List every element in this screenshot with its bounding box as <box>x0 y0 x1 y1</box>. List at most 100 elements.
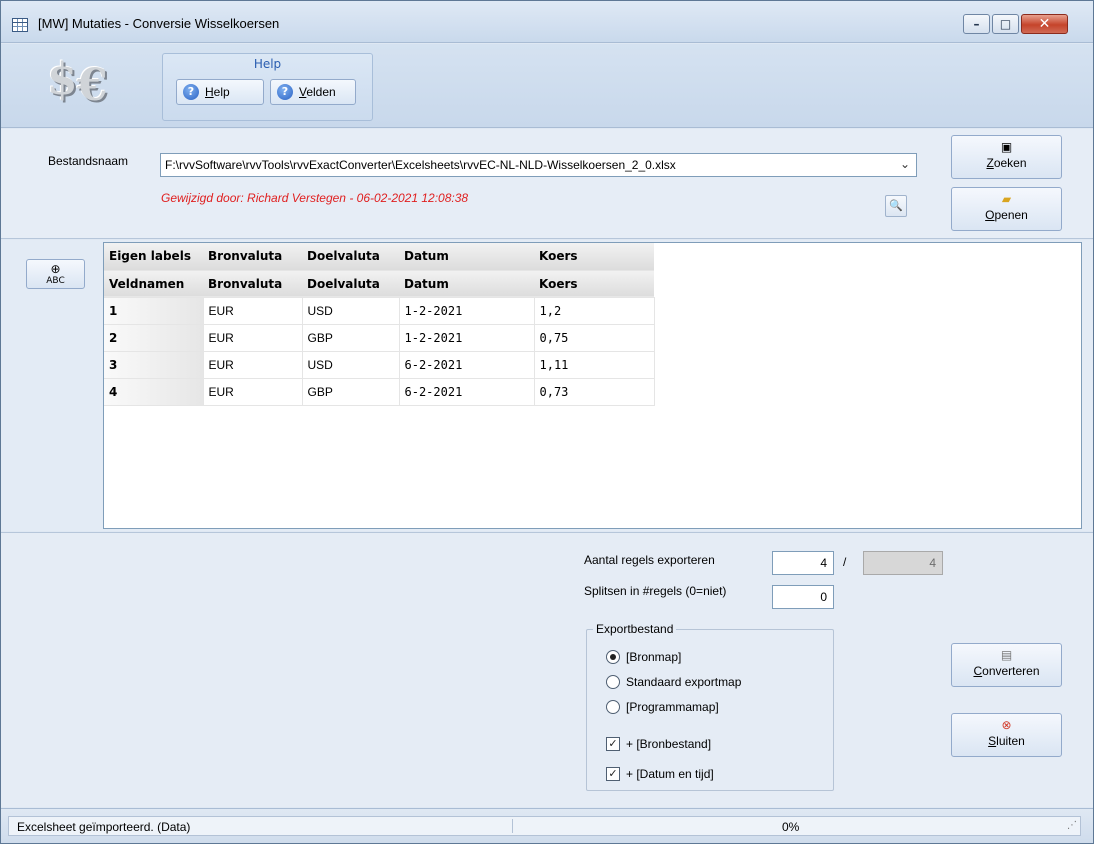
header-cell[interactable]: Koers <box>534 243 654 271</box>
sluiten-button-label: Sluiten <box>988 734 1025 748</box>
grid-section: ⊕ ABC Eigen labels Bronvaluta Doelvaluta… <box>1 240 1093 531</box>
table-cell[interactable]: 1-2-2021 <box>399 324 535 352</box>
table-row[interactable]: 2 EUR GBP 1-2-2021 0,75 <box>104 324 655 352</box>
header-cell[interactable]: Veldnamen <box>104 270 203 298</box>
status-bar: Excelsheet geïmporteerd. (Data) 0% ⋰ <box>1 808 1093 843</box>
header-cell[interactable]: Bronvaluta <box>203 270 302 298</box>
check-label: + [Bronbestand] <box>626 737 712 751</box>
exportbestand-caption: Exportbestand <box>593 622 677 636</box>
document-close-icon: ⊗ <box>1001 718 1012 732</box>
dollar-glyph: $ <box>47 54 78 105</box>
close-button[interactable]: ✕ <box>1021 14 1068 34</box>
file-section: Bestandsnaam F:\rvvSoftware\rvvTools\rvv… <box>1 129 1093 239</box>
currency-logo-icon: $ € <box>47 54 123 111</box>
converteren-button[interactable]: ▤ Converteren <box>951 643 1062 687</box>
openen-button-label: Openen <box>985 208 1028 222</box>
title-bar: [MW] Mutaties - Conversie Wisselkoersen … <box>1 1 1093 43</box>
maximize-button[interactable]: □ <box>992 14 1019 34</box>
check-datum-en-tijd[interactable]: ✓ + [Datum en tijd] <box>606 767 714 781</box>
table-cell[interactable]: GBP <box>302 378 400 406</box>
table-cell[interactable]: EUR <box>203 378 303 406</box>
header-cell[interactable]: Datum <box>399 243 534 271</box>
help-group-caption: Help <box>253 57 282 71</box>
toolbar: $ € Help ? Help ? Velden <box>1 44 1093 128</box>
help-button-label: Help <box>205 85 230 99</box>
euro-glyph: € <box>77 60 108 111</box>
splitsen-input[interactable]: 0 <box>772 585 834 609</box>
export-section: Aantal regels exporteren 4 / 4 Splitsen … <box>1 532 1093 807</box>
field-labels-button-label: ABC <box>46 276 65 286</box>
table-cell[interactable]: EUR <box>203 351 303 379</box>
header-cell[interactable]: Datum <box>399 270 534 298</box>
table-cell[interactable]: USD <box>302 351 400 379</box>
row-number[interactable]: 3 <box>104 351 204 379</box>
option-label: Standaard exportmap <box>626 675 742 689</box>
table-row[interactable]: 4 EUR GBP 6-2-2021 0,73 <box>104 378 655 406</box>
row-number[interactable]: 4 <box>104 378 204 406</box>
help-button[interactable]: ? Help <box>176 79 264 105</box>
velden-button[interactable]: ? Velden <box>270 79 356 105</box>
radio-icon[interactable] <box>606 700 620 714</box>
minimize-button[interactable]: – <box>963 14 990 34</box>
status-divider <box>512 819 513 833</box>
table-row[interactable]: 1 EUR USD 1-2-2021 1,2 <box>104 297 655 325</box>
close-icon: ✕ <box>1038 16 1051 32</box>
table-cell[interactable]: 1,11 <box>534 351 655 379</box>
table-cell[interactable]: EUR <box>203 324 303 352</box>
radio-icon[interactable] <box>606 675 620 689</box>
table-cell[interactable]: 1,2 <box>534 297 655 325</box>
data-table: Eigen labels Bronvaluta Doelvaluta Datum… <box>104 243 655 406</box>
table-cell[interactable]: 0,75 <box>534 324 655 352</box>
aantal-regels-label: Aantal regels exporteren <box>584 553 715 567</box>
table-cell[interactable]: USD <box>302 297 400 325</box>
header-cell[interactable]: Koers <box>534 270 654 298</box>
table-cell[interactable]: 6-2-2021 <box>399 351 535 379</box>
aantal-regels-input[interactable]: 4 <box>772 551 834 575</box>
table-cell[interactable]: GBP <box>302 324 400 352</box>
preview-button[interactable]: 🔍 <box>885 195 907 217</box>
openen-button[interactable]: ▰ Openen <box>951 187 1062 231</box>
header-cell[interactable]: Eigen labels <box>104 243 203 271</box>
radio-selected-icon[interactable] <box>606 650 620 664</box>
folder-open-icon: ▰ <box>1001 192 1012 206</box>
table-cell[interactable]: 6-2-2021 <box>399 378 535 406</box>
table-icon <box>12 18 28 32</box>
header-cell[interactable]: Doelvaluta <box>302 243 399 271</box>
header-row-labels: Eigen labels Bronvaluta Doelvaluta Datum… <box>104 243 654 271</box>
total-regels-field: 4 <box>863 551 943 575</box>
table-cell[interactable]: EUR <box>203 297 303 325</box>
converteren-button-label: Converteren <box>973 664 1040 678</box>
checkbox-checked-icon[interactable]: ✓ <box>606 737 620 751</box>
option-label: [Bronmap] <box>626 650 682 664</box>
table-cell[interactable]: 0,73 <box>534 378 655 406</box>
option-bronmap[interactable]: [Bronmap] <box>606 650 681 664</box>
document-gear-icon: ▤ <box>1000 648 1013 662</box>
magnifier-icon: 🔍 <box>889 199 903 212</box>
sluiten-button[interactable]: ⊗ Sluiten <box>951 713 1062 757</box>
resize-grip-icon[interactable]: ⋰ <box>1067 820 1077 831</box>
checkbox-checked-icon[interactable]: ✓ <box>606 767 620 781</box>
chevron-down-icon[interactable]: ⌄ <box>900 157 910 171</box>
slash-separator: / <box>843 555 847 569</box>
binoculars-icon: ▣ <box>1000 140 1013 154</box>
row-number[interactable]: 1 <box>104 297 204 325</box>
maximize-icon: □ <box>999 17 1012 31</box>
modified-info: Gewijzigd door: Richard Verstegen - 06-0… <box>161 191 469 205</box>
row-number[interactable]: 2 <box>104 324 204 352</box>
header-cell[interactable]: Doelvaluta <box>302 270 399 298</box>
header-cell[interactable]: Bronvaluta <box>203 243 302 271</box>
option-standaard-exportmap[interactable]: Standaard exportmap <box>606 675 741 689</box>
velden-button-label: Velden <box>299 85 336 99</box>
status-panel: Excelsheet geïmporteerd. (Data) 0% ⋰ <box>8 816 1081 836</box>
splitsen-label: Splitsen in #regels (0=niet) <box>584 584 727 598</box>
check-bronbestand[interactable]: ✓ + [Bronbestand] <box>606 737 711 751</box>
option-programmamap[interactable]: [Programmamap] <box>606 700 719 714</box>
table-row[interactable]: 3 EUR USD 6-2-2021 1,11 <box>104 351 655 379</box>
file-path-combo[interactable]: F:\rvvSoftware\rvvTools\rvvExactConverte… <box>160 153 917 177</box>
zoeken-button[interactable]: ▣ Zoeken <box>951 135 1062 179</box>
data-grid[interactable]: Eigen labels Bronvaluta Doelvaluta Datum… <box>103 242 1082 529</box>
field-labels-button[interactable]: ⊕ ABC <box>26 259 85 289</box>
option-label: [Programmamap] <box>626 700 719 714</box>
table-cell[interactable]: 1-2-2021 <box>399 297 535 325</box>
app-window: [MW] Mutaties - Conversie Wisselkoersen … <box>0 0 1094 844</box>
